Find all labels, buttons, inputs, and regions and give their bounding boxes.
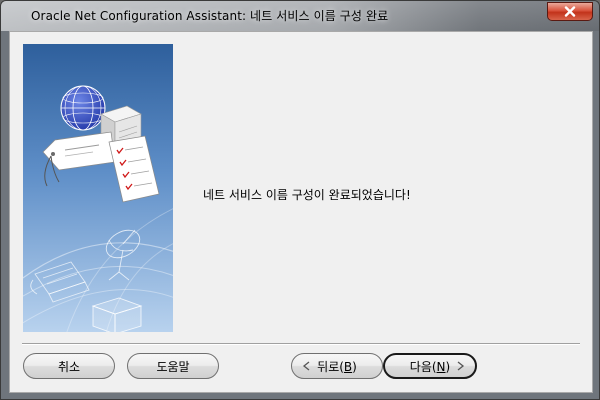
next-button[interactable]: 다음(N) <box>383 353 477 379</box>
network-illustration-image <box>23 44 173 332</box>
next-button-label: 다음(N) <box>409 359 451 374</box>
help-button[interactable]: 도움말 <box>127 353 219 379</box>
cancel-button-label: 취소 <box>57 359 81 374</box>
window-title: Oracle Net Configuration Assistant: 네트 서… <box>31 9 389 23</box>
completion-message: 네트 서비스 이름 구성이 완료되었습니다! <box>203 188 411 202</box>
title-bar[interactable]: Oracle Net Configuration Assistant: 네트 서… <box>1 1 599 31</box>
help-button-label: 도움말 <box>156 359 190 374</box>
button-separator <box>22 343 580 345</box>
chevron-right-icon <box>457 361 465 371</box>
wizard-window: Oracle Net Configuration Assistant: 네트 서… <box>0 0 600 400</box>
close-icon <box>564 6 576 17</box>
close-button[interactable] <box>547 2 593 21</box>
chevron-left-icon <box>302 361 310 371</box>
back-button[interactable]: 뒤로(B) <box>291 353 383 379</box>
cancel-button[interactable]: 취소 <box>23 353 115 379</box>
wizard-illustration <box>23 44 173 332</box>
back-button-label: 뒤로(B) <box>317 359 357 374</box>
wizard-content: 네트 서비스 이름 구성이 완료되었습니다! 취소 도움말 뒤로(B) 다음(N… <box>9 31 593 393</box>
